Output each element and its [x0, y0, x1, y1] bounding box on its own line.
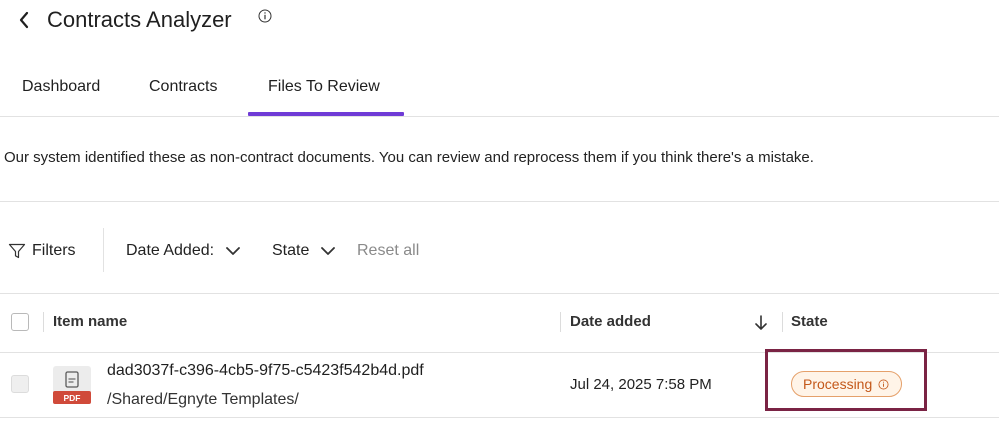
highlight-box: [765, 349, 927, 411]
info-icon[interactable]: [258, 9, 272, 23]
column-header-item-name[interactable]: Item name: [53, 313, 127, 330]
file-path[interactable]: /Shared/Egnyte Templates/: [107, 391, 299, 409]
file-name[interactable]: dad3037f-c396-4cb5-9f75-c5423f542b4d.pdf: [107, 362, 424, 380]
column-separator: [782, 312, 783, 332]
state-filter[interactable]: State: [272, 240, 336, 262]
divider: [0, 293, 999, 294]
divider: [0, 201, 999, 202]
tab-contracts[interactable]: Contracts: [149, 78, 217, 98]
filters-label: Filters: [32, 242, 76, 259]
tab-files-to-review[interactable]: Files To Review: [268, 78, 380, 98]
filters-separator: [103, 228, 104, 272]
tabs-divider: [0, 116, 999, 117]
filters-button[interactable]: Filters: [8, 240, 76, 262]
date-added-filter[interactable]: Date Added:: [126, 240, 241, 262]
column-separator: [560, 312, 561, 332]
filter-icon: [8, 243, 26, 259]
column-separator: [43, 312, 44, 332]
sort-descending-icon[interactable]: [754, 314, 768, 332]
chevron-down-icon: [226, 247, 240, 255]
row-checkbox: [11, 375, 29, 393]
select-all-checkbox[interactable]: [11, 313, 29, 331]
file-type-label: PDF: [64, 393, 81, 403]
divider: [0, 417, 999, 418]
tab-dashboard[interactable]: Dashboard: [22, 78, 100, 98]
page-description: Our system identified these as non-contr…: [4, 149, 814, 166]
date-added-label: Date Added:: [126, 242, 215, 259]
back-button[interactable]: [12, 6, 36, 34]
date-added-value: Jul 24, 2025 7:58 PM: [570, 376, 712, 393]
column-header-date-added[interactable]: Date added: [570, 313, 651, 330]
state-filter-label: State: [272, 242, 310, 259]
chevron-down-icon: [321, 247, 336, 255]
page-title: Contracts Analyzer: [47, 7, 232, 32]
column-header-state[interactable]: State: [791, 313, 828, 330]
pdf-file-icon: PDF: [53, 366, 91, 404]
reset-all-button[interactable]: Reset all: [357, 240, 419, 262]
chevron-left-icon: [19, 11, 29, 29]
